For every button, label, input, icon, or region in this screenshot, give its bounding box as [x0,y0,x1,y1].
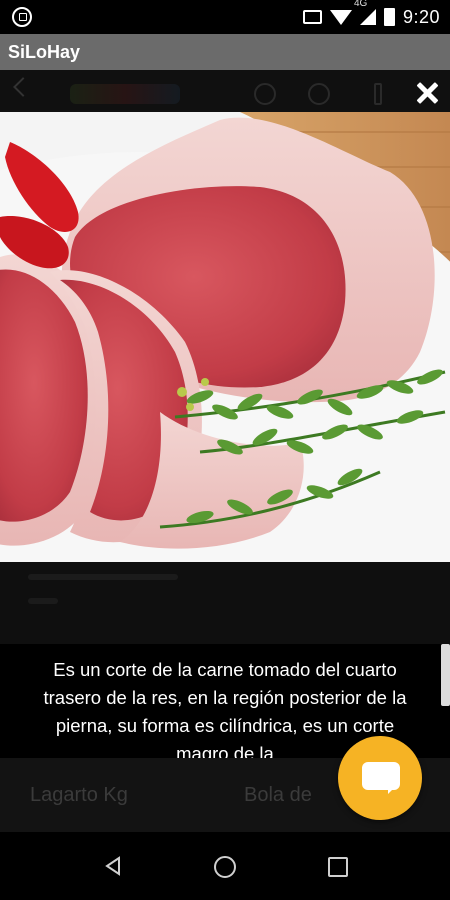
cast-icon [302,10,322,24]
chat-button[interactable] [338,736,422,820]
app-bar: SiLoHay [0,34,450,70]
meat-cut-photo [0,112,450,562]
ghost-text [28,598,58,604]
status-bar: 4G 9:20 [0,0,450,34]
back-icon[interactable] [104,856,122,876]
chat-icon-tail [388,784,398,794]
dimmed-header [0,70,450,110]
app-status-icon [12,7,32,27]
wifi-icon [329,9,352,25]
list-item: Lagarto Kg [30,784,128,806]
back-arrow-icon [13,77,33,97]
close-icon[interactable] [414,80,440,106]
product-description: Es un corte de la carne tomado del cuart… [43,659,407,758]
signal-icon: 4G [354,0,376,25]
ghost-text [28,574,178,580]
scrollbar[interactable] [441,644,450,706]
navigation-bar [0,832,450,900]
app-title: SiLoHay [8,42,81,62]
dimmed-content [0,562,450,644]
home-icon[interactable] [214,856,236,878]
menu-icon [374,83,382,105]
battery-icon [383,8,395,26]
status-icons: 4G 9:20 [302,0,440,34]
recents-icon[interactable] [328,857,348,877]
logo [70,84,180,104]
network-type: 4G [353,0,368,9]
list-item: Bola de [244,784,312,806]
search-icon [254,83,276,105]
home-icon [308,83,330,105]
status-time: 9:20 [402,6,440,27]
